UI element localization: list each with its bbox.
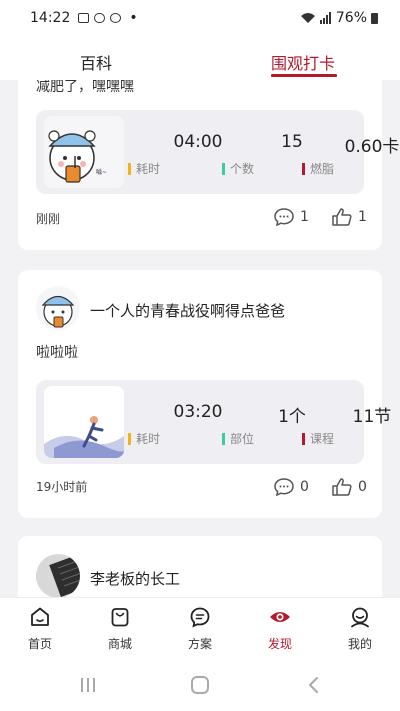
- status-time: 14:22: [30, 10, 71, 26]
- nav-mine[interactable]: 我的: [330, 606, 390, 652]
- eye-icon: [270, 612, 290, 622]
- back-icon[interactable]: [304, 675, 324, 695]
- tab-encyclopedia[interactable]: 百科: [80, 50, 112, 74]
- comment-icon: [274, 478, 294, 496]
- post-caption: 减肥了，嘿嘿嘿: [36, 80, 134, 95]
- tab-watch-checkin[interactable]: 围观打卡: [271, 50, 335, 74]
- home-icon: [31, 607, 49, 626]
- thumbs-up-icon: [332, 208, 352, 226]
- status-dot: •: [129, 10, 138, 26]
- battery-icon: [371, 12, 378, 24]
- post-card[interactable]: 一个人的青春战役啊得点爸爸 啦啦啦 03:20 耗时 1个 部位 11节 课程 …: [18, 270, 391, 518]
- workout-thumbnail: [44, 386, 124, 458]
- nav-plan[interactable]: 方案: [170, 606, 230, 652]
- workout-stats[interactable]: 03:20 耗时 1个 部位 11节 课程: [36, 380, 391, 464]
- profile-icon: [351, 607, 369, 628]
- workout-stats[interactable]: 嗞~ 04:00 耗时 15 个数 0.60卡 燃脂: [36, 110, 399, 194]
- bottom-nav: 首页 商城 方案 发现 我的: [0, 597, 400, 657]
- image-notification-icon: [78, 13, 90, 23]
- svg-text:嗞~: 嗞~: [96, 168, 107, 176]
- post-time: 刚刚: [36, 212, 61, 226]
- wifi-icon: [300, 13, 315, 23]
- comment-button[interactable]: 1: [274, 208, 309, 226]
- teal-marker-icon: [222, 162, 225, 175]
- active-tab-indicator: [271, 74, 337, 77]
- app-notification-icon: [110, 13, 122, 23]
- nav-discover[interactable]: 发现: [250, 606, 310, 652]
- workout-thumbnail: 嗞~: [44, 116, 124, 188]
- comment-icon: [274, 208, 294, 226]
- signal-icon: [319, 12, 331, 24]
- system-nav-bar: [0, 657, 400, 711]
- yellow-marker-icon: [128, 432, 131, 445]
- comment-button[interactable]: 0: [274, 478, 309, 496]
- thumbs-up-icon: [332, 478, 352, 496]
- feed[interactable]: 减肥了，嘿嘿嘿 嗞~ 04:00 耗时 15 个数 0.60卡 燃脂 刚刚 1 …: [0, 80, 400, 597]
- nav-home[interactable]: 首页: [10, 606, 70, 652]
- avatar[interactable]: [36, 286, 80, 330]
- shopping-bag-icon: [111, 608, 129, 627]
- red-marker-icon: [302, 432, 305, 445]
- status-bar: 14:22 • 76%: [0, 0, 400, 36]
- notification-icons: [78, 13, 122, 23]
- chat-plan-icon: [190, 607, 210, 628]
- username[interactable]: 李老板的长工: [90, 568, 180, 589]
- post-card[interactable]: 减肥了，嘿嘿嘿 嗞~ 04:00 耗时 15 个数 0.60卡 燃脂 刚刚 1 …: [18, 80, 399, 250]
- avatar[interactable]: [36, 554, 80, 597]
- nav-shop[interactable]: 商城: [90, 606, 150, 652]
- post-card[interactable]: 李老板的长工: [18, 536, 382, 597]
- like-button[interactable]: 1: [332, 208, 367, 226]
- red-marker-icon: [302, 162, 305, 175]
- teal-marker-icon: [222, 432, 225, 445]
- top-tabs: 百科 围观打卡: [0, 36, 400, 80]
- username[interactable]: 一个人的青春战役啊得点爸爸: [90, 300, 285, 321]
- home-button-icon[interactable]: [190, 675, 210, 695]
- battery-percent: 76%: [335, 10, 367, 26]
- post-time: 19小时前: [36, 480, 88, 494]
- post-caption: 啦啦啦: [36, 345, 78, 361]
- recent-apps-icon[interactable]: [78, 675, 98, 695]
- yellow-marker-icon: [128, 162, 131, 175]
- cloud-notification-icon: [94, 13, 106, 23]
- like-button[interactable]: 0: [332, 478, 367, 496]
